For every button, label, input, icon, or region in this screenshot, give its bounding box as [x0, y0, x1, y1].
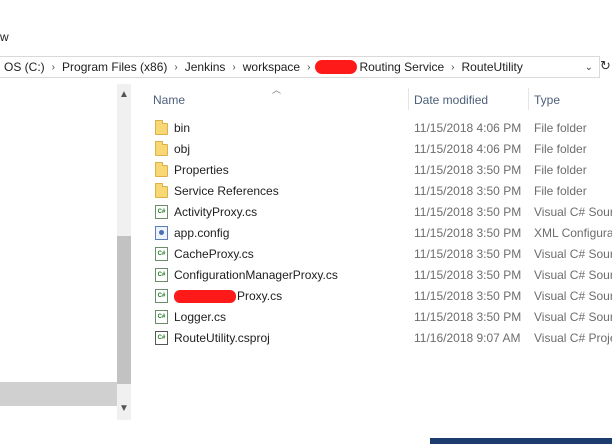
refresh-icon[interactable]: ↻	[600, 58, 612, 78]
redaction-mark	[174, 290, 236, 304]
column-header-date[interactable]: Date modified	[414, 88, 488, 112]
file-name: bin	[174, 121, 191, 135]
file-row[interactable]: C# CacheProxy.cs 11/15/2018 3:50 PM Visu…	[140, 244, 612, 265]
navigation-pane[interactable]	[0, 84, 117, 420]
csharp-file-icon: C#	[155, 310, 168, 324]
scrollbar-thumb[interactable]	[117, 236, 131, 384]
address-bar[interactable]: OS (C:) › Program Files (x86) › Jenkins …	[0, 56, 600, 78]
file-row[interactable]: C# Logger.cs 11/15/2018 3:50 PM Visual C…	[140, 307, 612, 328]
file-type: Visual C# Sourc	[534, 268, 612, 282]
breadcrumb-routing-service[interactable]: Routing Service	[359, 60, 448, 74]
file-type: File folder	[534, 163, 587, 177]
file-date: 11/15/2018 3:50 PM	[414, 205, 522, 219]
file-row[interactable]: app.config 11/15/2018 3:50 PM XML Config…	[140, 223, 612, 244]
csharp-file-icon: C#	[155, 247, 168, 261]
column-header-type[interactable]: Type	[534, 88, 560, 112]
breadcrumb-program-files[interactable]: Program Files (x86)	[58, 60, 171, 74]
file-type: Visual C# Sourc	[534, 205, 612, 219]
file-name: app.config	[174, 226, 230, 240]
breadcrumb-routeutility[interactable]: RouteUtility	[458, 60, 527, 74]
file-row[interactable]: obj 11/15/2018 4:06 PM File folder	[140, 139, 612, 160]
file-type: XML Configura	[534, 226, 612, 240]
ribbon-view-tab[interactable]: w	[0, 30, 9, 44]
file-name: Proxy.cs	[237, 289, 283, 303]
file-name: Logger.cs	[174, 310, 227, 324]
chevron-right-icon[interactable]: ›	[49, 62, 58, 73]
file-name: ActivityProxy.cs	[174, 205, 258, 219]
file-date: 11/15/2018 4:06 PM	[414, 142, 522, 156]
redaction-mark	[315, 60, 358, 74]
file-row[interactable]: C# Proxy.cs 11/15/2018 3:50 PM Visual C#…	[140, 286, 612, 307]
file-type: File folder	[534, 121, 587, 135]
chevron-right-icon[interactable]: ›	[171, 62, 180, 73]
file-name: CacheProxy.cs	[174, 247, 254, 261]
csproj-file-icon: C#	[155, 331, 168, 345]
breadcrumb-jenkins[interactable]: Jenkins	[181, 60, 230, 74]
chevron-right-icon[interactable]: ›	[229, 62, 238, 73]
file-name: Service References	[174, 184, 279, 198]
folder-icon	[155, 183, 168, 198]
scroll-down-icon[interactable]: ▼	[117, 403, 131, 414]
file-date: 11/15/2018 3:50 PM	[414, 184, 522, 198]
file-name: Properties	[174, 163, 229, 177]
folder-icon	[155, 141, 168, 156]
navigation-selected-item[interactable]	[0, 382, 117, 406]
file-date: 11/15/2018 4:06 PM	[414, 121, 522, 135]
column-divider[interactable]	[528, 88, 529, 110]
config-file-icon	[155, 226, 168, 240]
column-divider[interactable]	[408, 88, 409, 110]
folder-icon	[155, 120, 168, 135]
file-row[interactable]: Service References 11/15/2018 3:50 PM Fi…	[140, 181, 612, 202]
taskbar-edge	[430, 438, 612, 444]
chevron-down-icon[interactable]: ⌄	[582, 62, 599, 73]
file-type: Visual C# Sourc	[534, 289, 612, 303]
file-date: 11/15/2018 3:50 PM	[414, 226, 522, 240]
csharp-file-icon: C#	[155, 205, 168, 219]
chevron-right-icon[interactable]: ›	[448, 62, 457, 73]
file-row[interactable]: Properties 11/15/2018 3:50 PM File folde…	[140, 160, 612, 181]
folder-icon	[155, 162, 168, 177]
breadcrumb-workspace[interactable]: workspace	[239, 60, 304, 74]
file-date: 11/15/2018 3:50 PM	[414, 268, 522, 282]
file-name: ConfigurationManagerProxy.cs	[174, 268, 338, 282]
file-date: 11/16/2018 9:07 AM	[414, 331, 521, 345]
file-name: RouteUtility.csproj	[174, 331, 270, 345]
file-type: Visual C# Proje	[534, 331, 612, 345]
file-name: obj	[174, 142, 191, 156]
file-row[interactable]: C# ActivityProxy.cs 11/15/2018 3:50 PM V…	[140, 202, 612, 223]
file-date: 11/15/2018 3:50 PM	[414, 163, 522, 177]
file-type: Visual C# Sourc	[534, 247, 612, 261]
file-date: 11/15/2018 3:50 PM	[414, 289, 522, 303]
sort-ascending-icon: ︿	[272, 85, 282, 95]
breadcrumb-os[interactable]: OS (C:)	[0, 60, 49, 74]
column-header-name[interactable]: Name	[153, 88, 185, 112]
file-row[interactable]: bin 11/15/2018 4:06 PM File folder	[140, 118, 612, 139]
file-row[interactable]: C# RouteUtility.csproj 11/16/2018 9:07 A…	[140, 328, 612, 349]
file-row[interactable]: C# ConfigurationManagerProxy.cs 11/15/20…	[140, 265, 612, 286]
file-date: 11/15/2018 3:50 PM	[414, 310, 522, 324]
csharp-file-icon: C#	[155, 289, 168, 303]
file-name-redacted: Proxy.cs	[174, 286, 282, 307]
file-type: File folder	[534, 184, 587, 198]
file-type: File folder	[534, 142, 587, 156]
chevron-right-icon[interactable]: ›	[304, 62, 313, 73]
scroll-up-icon[interactable]: ▲	[117, 89, 131, 100]
file-type: Visual C# Sourc	[534, 310, 612, 324]
csharp-file-icon: C#	[155, 268, 168, 282]
file-date: 11/15/2018 3:50 PM	[414, 247, 522, 261]
